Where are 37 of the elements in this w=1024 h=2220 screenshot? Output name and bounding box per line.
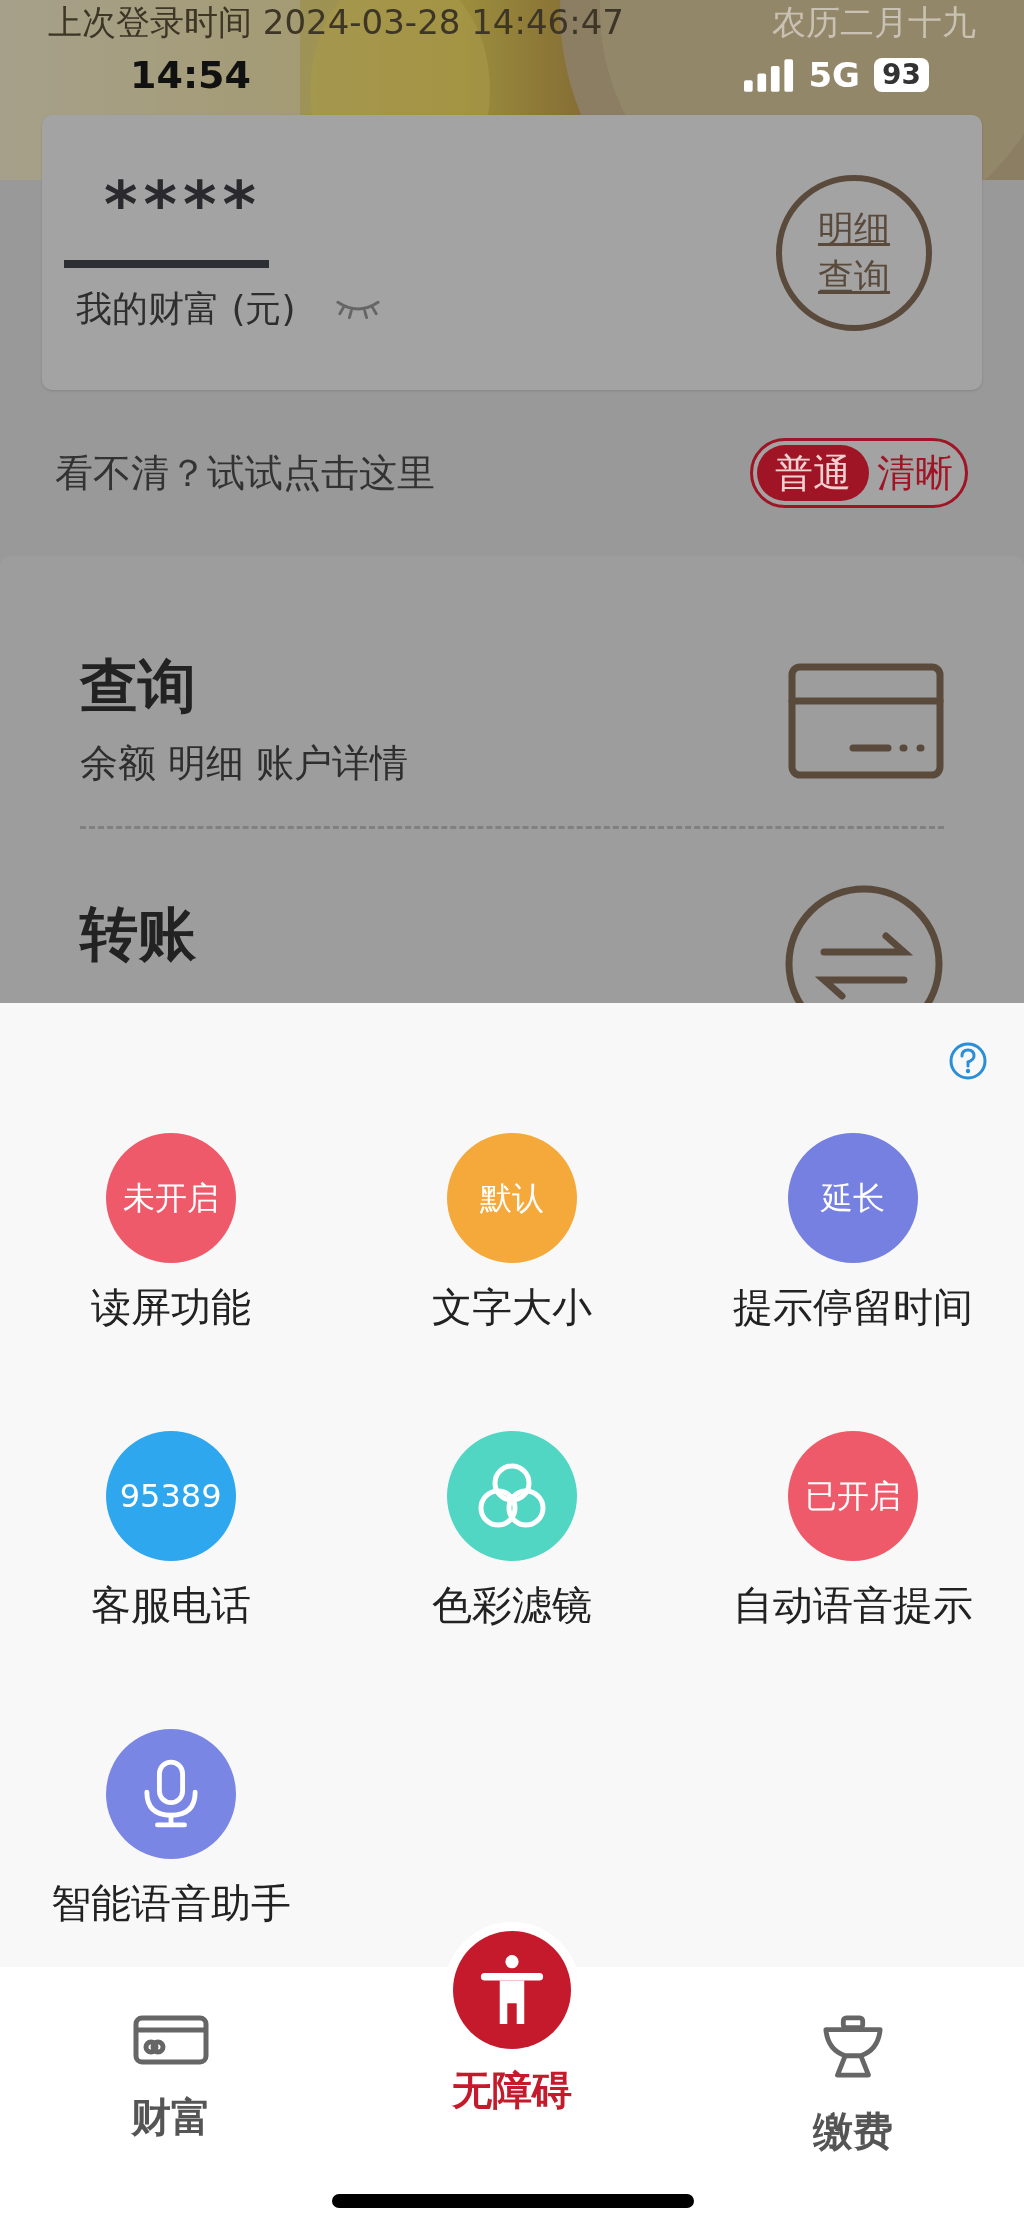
status-label: 已开启 xyxy=(805,1476,902,1517)
status-label: 延长 xyxy=(821,1178,886,1219)
option-label[interactable]: 色彩滤镜 xyxy=(432,1581,592,1629)
accessibility-icon xyxy=(479,1954,545,2026)
last-login-text: 上次登录时间 2024-03-28 14:46:47 xyxy=(48,2,624,42)
mode-option[interactable]: 清晰 xyxy=(869,445,961,501)
hidden-amount: **** xyxy=(103,169,263,240)
card-icon xyxy=(132,2015,209,2065)
option-label[interactable]: 客服电话 xyxy=(90,1581,251,1629)
card-icon xyxy=(788,663,944,779)
option-label[interactable]: 读屏功能 xyxy=(90,1283,251,1331)
detail-query-button[interactable]: 明细查询 xyxy=(776,174,932,331)
option-label[interactable]: 自动语音提示 xyxy=(733,1581,974,1629)
option-label[interactable]: 智能语音助手 xyxy=(50,1879,291,1927)
mode-option[interactable]: 普通 xyxy=(757,445,869,501)
status-label: 未开启 xyxy=(122,1178,219,1219)
signal-icon xyxy=(744,58,795,92)
status-label: 95389 xyxy=(119,1476,222,1517)
service-title[interactable]: 查询 xyxy=(80,650,409,721)
clarity-toggle[interactable]: 普通 清晰 xyxy=(750,438,968,508)
lunar-date: 农历二月十九 xyxy=(772,2,976,42)
tab-item[interactable]: 缴费 xyxy=(813,1967,894,2161)
color-filter-icon xyxy=(477,1463,547,1529)
service-subtitle: 余额 明细 账户详情 xyxy=(80,739,409,787)
option-label[interactable]: 提示停留时间 xyxy=(733,1283,974,1331)
clarity-hint: 看不清？试试点击这里 xyxy=(55,449,435,497)
status-time: 14:54 xyxy=(130,51,251,99)
service-title[interactable]: 转账 xyxy=(80,899,196,969)
help-icon[interactable] xyxy=(948,1041,988,1081)
pot-icon xyxy=(822,2015,885,2079)
battery-level: 93 xyxy=(874,58,929,92)
status-label: 默认 xyxy=(480,1178,544,1219)
network-label: 5G xyxy=(808,53,861,97)
microphone-icon xyxy=(141,1759,200,1829)
tab-item[interactable]: 财富 xyxy=(130,1967,211,2147)
wealth-label: 我的财富 (元) xyxy=(76,286,296,331)
option-label[interactable]: 文字大小 xyxy=(432,1283,592,1331)
